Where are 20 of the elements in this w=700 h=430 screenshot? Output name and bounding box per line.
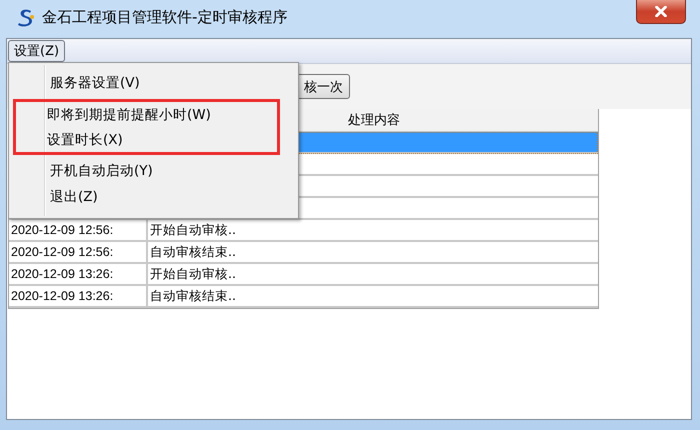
table-cell: 2020-12-09 13:26: (11, 267, 114, 281)
table-cell: 2020-12-09 12:56: (11, 245, 114, 259)
menu-item[interactable]: 退出(Z) (16, 184, 291, 210)
table-cell: 2020-12-09 13:26: (11, 289, 114, 303)
app-logo-icon (16, 7, 36, 27)
table-row[interactable]: 2020-12-09 13:26: 自动审核结束.. (9, 286, 598, 308)
table-row[interactable]: 2020-12-09 12:56: 自动审核结束.. (9, 242, 598, 264)
menu-item[interactable]: 即将到期提前提醒小时(W) (16, 102, 277, 127)
table-row[interactable]: 2020-12-09 13:26: 开始自动审核.. (9, 264, 598, 286)
table-cell: 2020-12-09 12:56: (11, 223, 114, 237)
window-title: 金石工程项目管理软件-定时审核程序 (42, 8, 288, 26)
table-cell: 开始自动审核.. (150, 222, 236, 238)
table-cell: 自动审核结束.. (150, 288, 236, 304)
close-icon (654, 6, 668, 17)
menu-item[interactable]: 设置时长(X) (16, 127, 277, 152)
table-cell: 开始自动审核.. (150, 266, 236, 282)
close-button[interactable] (636, 0, 686, 24)
menu-item[interactable]: 开机自动启动(Y) (16, 158, 291, 184)
menu-bar-item[interactable]: 设置(Z) (8, 40, 66, 62)
table-cell: 自动审核结束.. (150, 244, 236, 260)
